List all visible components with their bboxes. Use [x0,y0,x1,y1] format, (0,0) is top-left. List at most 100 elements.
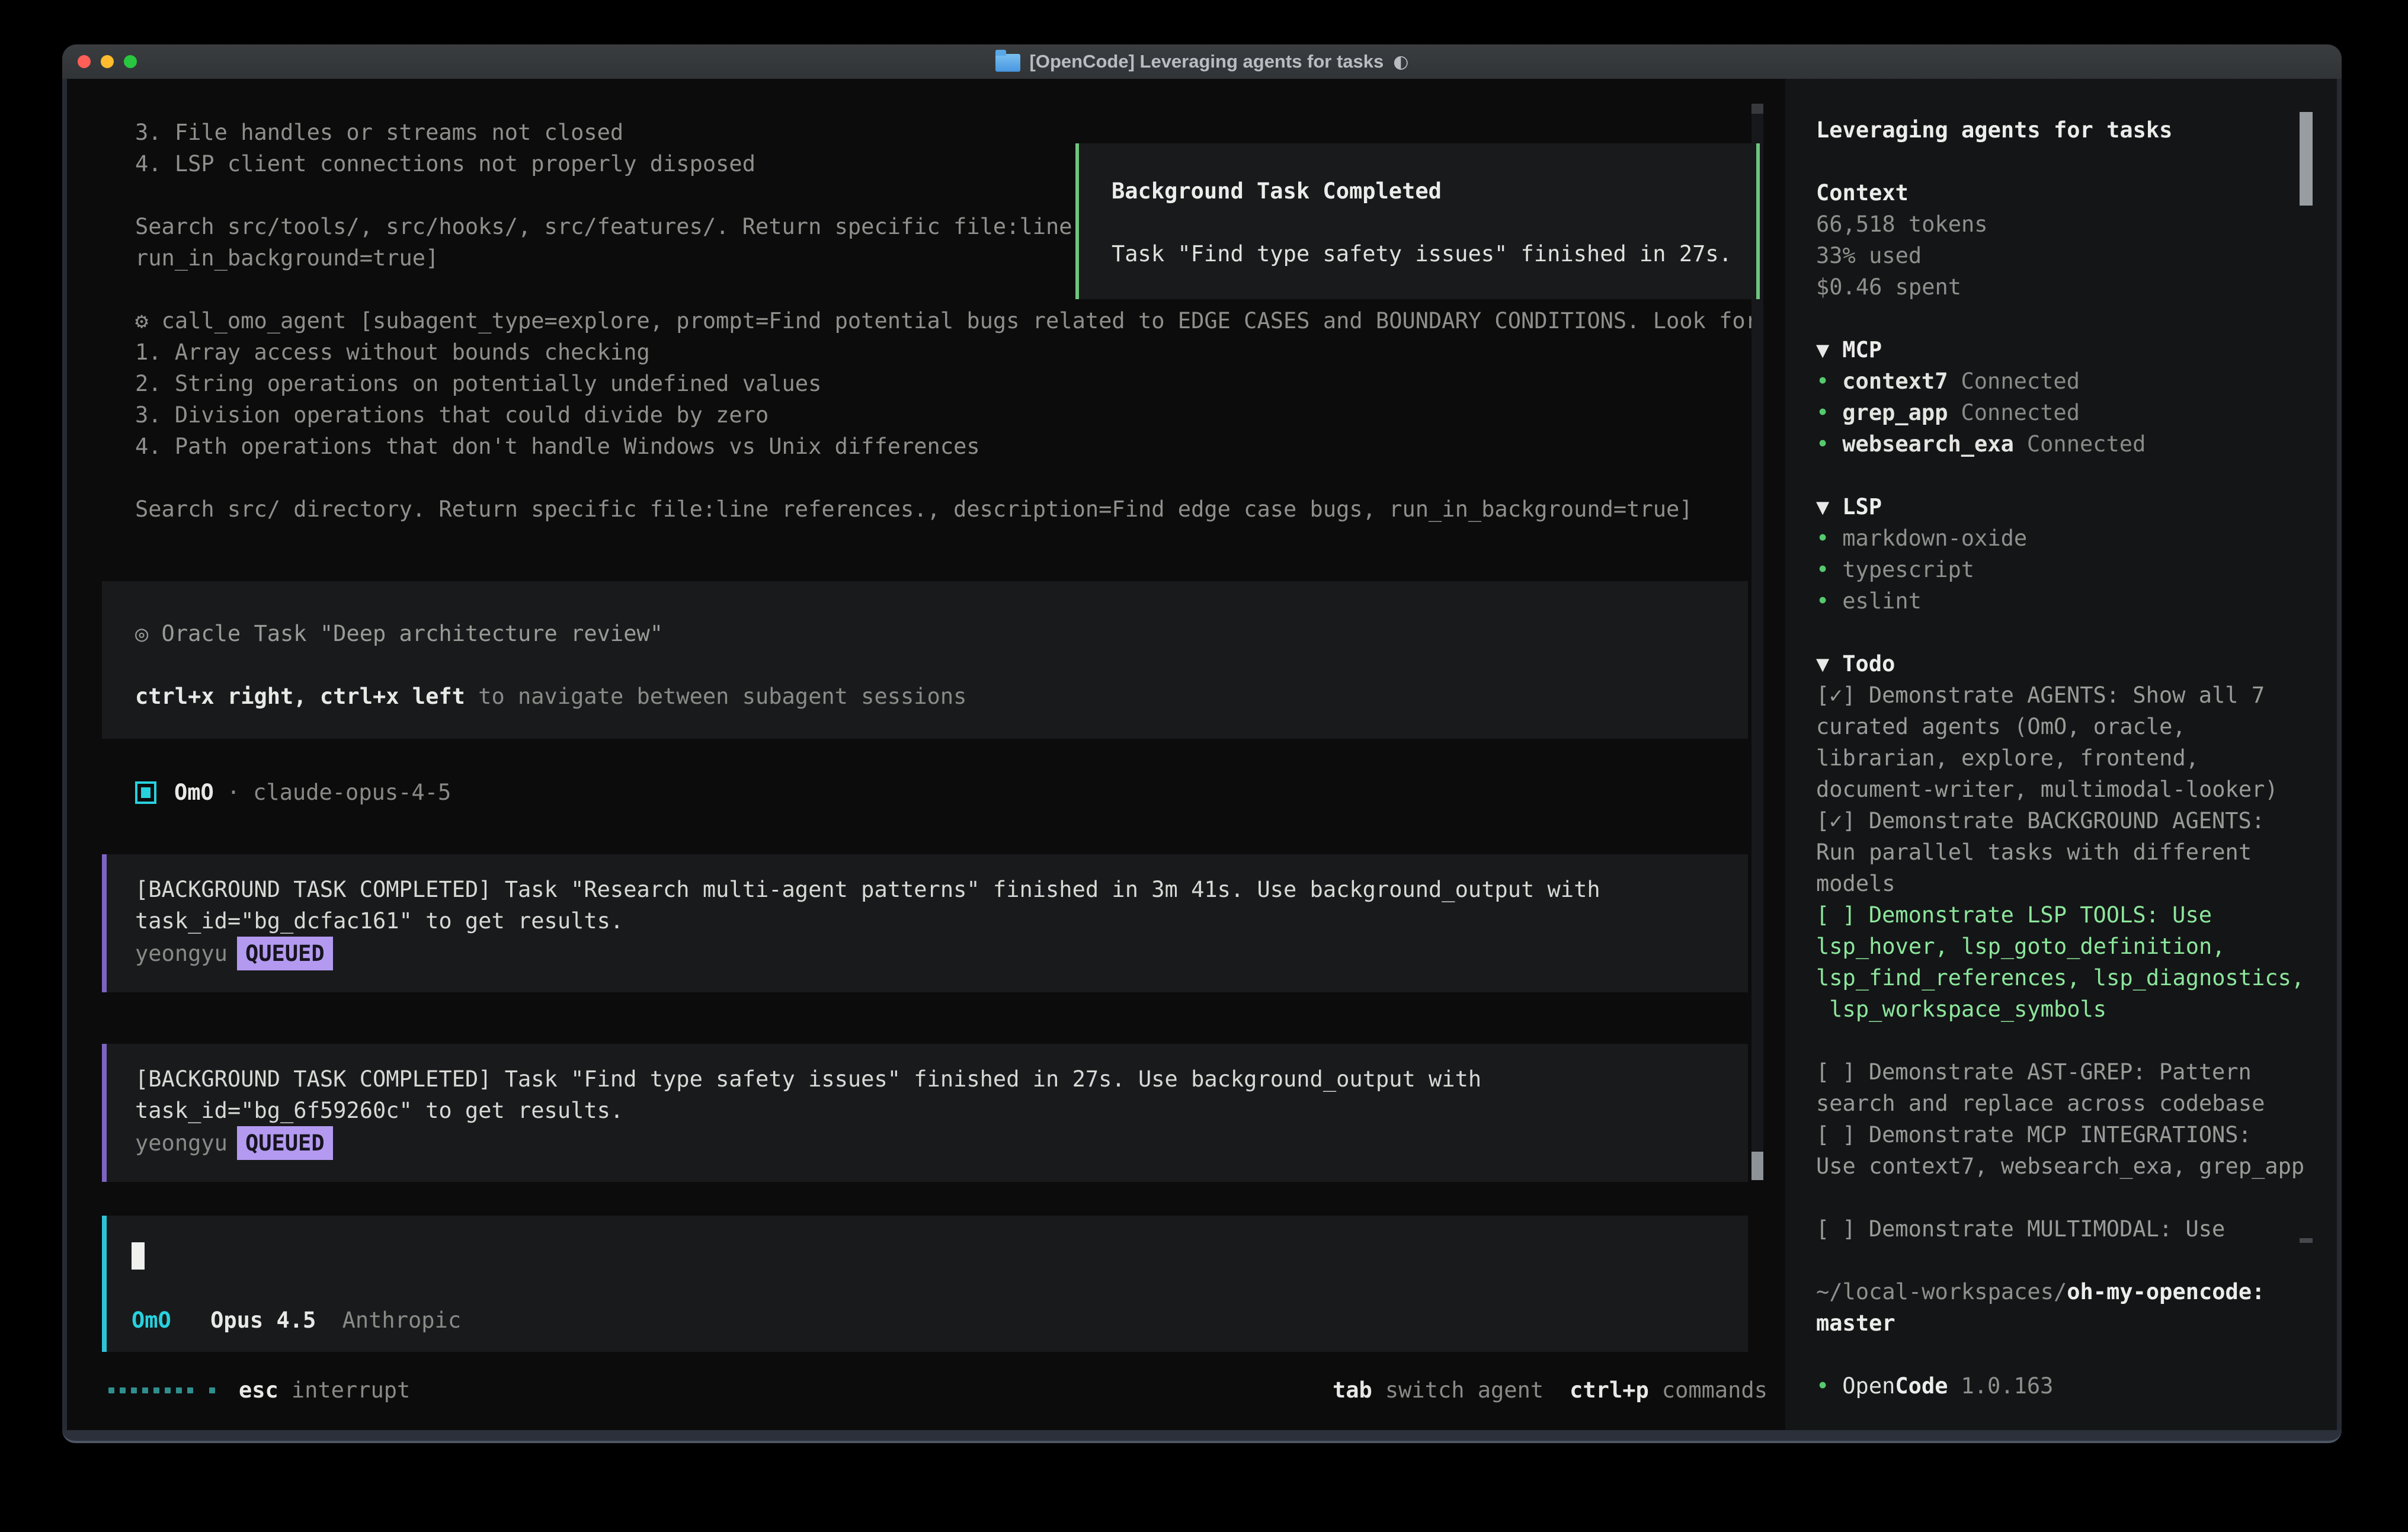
log-line: 4. Path operations that don't handle Win… [135,431,1788,462]
half-circle-icon: ◐ [1393,52,1408,72]
context-used: 33% used [1816,240,2308,271]
status-left: esc interrupt [108,1377,410,1403]
log-line: Search src/ directory. Return specific f… [135,493,1788,525]
message-author: yeongyu [135,1130,228,1156]
chevron-down-icon: ▼ [1816,337,1829,363]
window-title: [OpenCode] Leveraging agents for tasks [1030,51,1384,72]
context-heading: Context [1816,177,2308,209]
git-branch: master [1816,1307,2308,1339]
spinner-dots-icon [108,1387,215,1393]
background-task-toast[interactable]: Background Task Completed Task "Find typ… [1075,143,1760,299]
todo-item: [ ]Demonstrate MULTIMODAL: Use [1816,1213,2308,1245]
chevron-down-icon: ▼ [1816,651,1829,677]
todo-item: [ ]Demonstrate MCP INTEGRATIONS: Use con… [1816,1119,2308,1182]
lsp-item: •markdown-oxide [1816,523,2308,554]
mcp-item: •websearch_exaConnected [1816,428,2308,460]
queued-badge: QUEUED [237,937,333,970]
input-provider-name: Anthropic [342,1307,461,1333]
oracle-task-title: ◎ Oracle Task "Deep architecture review" [135,618,1748,649]
message-meta: yeongyu QUEUED [135,937,1748,968]
checkbox-empty-icon: [ ] [1816,1122,1856,1148]
oracle-task-box[interactable]: ◎ Oracle Task "Deep architecture review"… [102,581,1748,739]
queued-badge: QUEUED [237,1126,333,1160]
chevron-down-icon: ▼ [1816,494,1829,520]
checkbox-checked-icon: [✓] [1816,808,1856,834]
status-dot-icon: • [1816,525,1829,551]
tab-key-label: switch agent [1385,1377,1544,1403]
sidebar-scrollbar-thumb[interactable] [2300,112,2313,206]
window-bottom-edge [62,1430,2342,1443]
prompt-input[interactable]: OmO Opus 4.5 Anthropic [102,1216,1748,1352]
omo-agent-icon [135,781,156,804]
log-line-tool-call: ⚙ call_omo_agent [subagent_type=explore,… [135,305,1788,336]
session-title: Leveraging agents for tasks [1816,114,2308,146]
message-line: [BACKGROUND TASK COMPLETED] Task "Find t… [135,1063,1748,1095]
agent-name: OmO [174,780,214,805]
chat-scrollbar-thumb[interactable] [1751,1152,1763,1180]
toast-title: Background Task Completed [1112,175,1756,207]
message-line: task_id="bg_dcfac161" to get results. [135,905,1748,937]
sidebar: Leveraging agents for tasks Context 66,5… [1785,79,2337,1430]
context-spent: $0.46 spent [1816,271,2308,303]
mcp-section-header[interactable]: ▼MCP [1816,334,2308,366]
lsp-section-header[interactable]: ▼LSP [1816,491,2308,523]
status-bar: esc interrupt tab switch agent ctrl+p co… [108,1374,1767,1406]
input-model-name: Opus 4.5 [210,1307,316,1333]
workspace-path: ~/local-workspaces/oh-my-opencode: [1816,1276,2308,1307]
status-right: tab switch agent ctrl+p commands [1333,1377,1767,1403]
tab-key-hint: tab [1333,1377,1372,1403]
esc-key-hint: esc [239,1377,278,1403]
hint-text: to navigate between subagent sessions [465,684,966,709]
status-dot-icon: • [1816,557,1829,582]
window-body: 3. File handles or streams not closed 4.… [62,79,2342,1430]
commands-key-hint: ctrl+p [1570,1377,1649,1403]
background-task-message: [BACKGROUND TASK COMPLETED] Task "Find t… [102,1044,1748,1182]
window-title-row: [OpenCode] Leveraging agents for tasks ◐ [62,44,2342,79]
agent-model: claude-opus-4-5 [253,780,451,805]
log-line: 1. Array access without bounds checking [135,336,1788,368]
toast-body: Task "Find type safety issues" finished … [1112,238,1756,270]
hint-keys: ctrl+x right, ctrl+x left [135,684,465,709]
lsp-item: •eslint [1816,585,2308,617]
input-agent-name: OmO [132,1307,171,1333]
mcp-item: •grep_appConnected [1816,397,2308,428]
todo-section-header[interactable]: ▼Todo [1816,648,2308,680]
sidebar-content: Leveraging agents for tasks Context 66,5… [1816,114,2308,1402]
model-selector-line[interactable]: OmO Opus 4.5 Anthropic [132,1307,461,1333]
todo-item: [✓]Demonstrate BACKGROUND AGENTS: Run pa… [1816,805,2308,899]
message-line: task_id="bg_6f59260c" to get results. [135,1095,1748,1126]
commands-key-label: commands [1662,1377,1767,1403]
mcp-item: •context7Connected [1816,366,2308,397]
esc-key-label: interrupt [292,1377,410,1403]
todo-item-active: [ ]Demonstrate LSP TOOLS: Use lsp_hover,… [1816,899,2308,1025]
status-dot-icon: • [1816,368,1829,394]
message-meta: yeongyu QUEUED [135,1126,1748,1158]
log-line: 2. String operations on potentially unde… [135,368,1788,399]
status-dot-icon: • [1816,588,1829,614]
background-task-message: [BACKGROUND TASK COMPLETED] Task "Resear… [102,854,1748,992]
status-dot-icon: • [1816,431,1829,457]
status-dot-icon: • [1816,1373,1829,1399]
log-line [135,462,1788,493]
checkbox-empty-icon: [ ] [1816,1216,1856,1242]
message-line: [BACKGROUND TASK COMPLETED] Task "Resear… [135,874,1748,905]
context-tokens: 66,518 tokens [1816,209,2308,240]
todo-item: [ ]Demonstrate AST-GREP: Pattern search … [1816,1056,2308,1119]
message-author: yeongyu [135,941,228,966]
titlebar: [OpenCode] Leveraging agents for tasks ◐ [62,44,2342,79]
folder-icon [995,54,1020,72]
chat-scrollbar-top-segment [1751,104,1763,114]
log-line: 3. Division operations that could divide… [135,399,1788,431]
app-version: •OpenCode1.0.163 [1816,1370,2308,1402]
subagent-navigation-hint: ctrl+x right, ctrl+x left to navigate be… [135,681,1748,712]
text-cursor [132,1242,145,1270]
chat-area: 3. File handles or streams not closed 4.… [67,79,1785,1430]
status-dot-icon: • [1816,400,1829,425]
lsp-item: •typescript [1816,554,2308,585]
checkbox-checked-icon: [✓] [1816,682,1856,708]
sidebar-scrollbar-end [2300,1238,2313,1243]
checkbox-empty-icon: [ ] [1816,902,1856,928]
separator-dot: · [227,780,240,805]
checkbox-empty-icon: [ ] [1816,1059,1856,1085]
agent-header: OmO · claude-opus-4-5 [135,777,451,808]
